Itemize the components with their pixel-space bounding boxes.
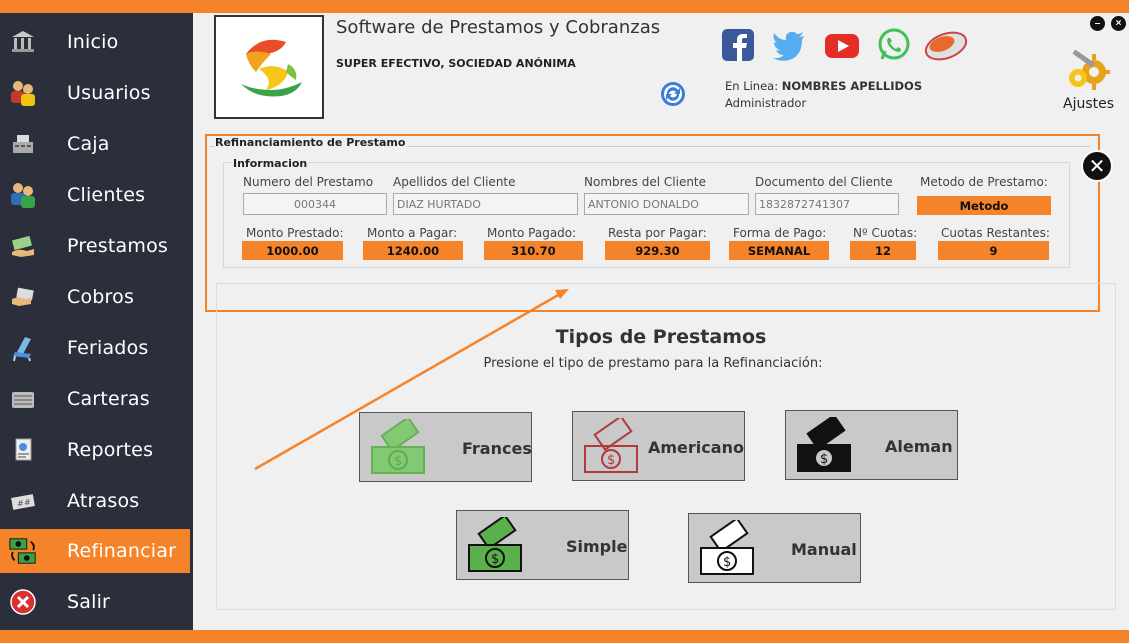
exit-icon [8, 587, 38, 617]
svg-text:$: $ [723, 555, 731, 570]
sidebar-item-refinanciar[interactable]: Refinanciar [0, 529, 190, 573]
sidebar-item-label: Salir [67, 591, 111, 613]
payment-icon [8, 282, 38, 312]
sidebar-item-atrasos[interactable]: # # Atrasos [0, 479, 190, 523]
close-window-button[interactable]: × [1111, 16, 1126, 31]
loan-types-subtitle: Presione el tipo de prestamo para la Ref… [483, 356, 823, 371]
company-name: SUPER EFECTIVO, SOCIEDAD ANÓNIMA [336, 57, 576, 70]
sidebar-item-usuarios[interactable]: Usuarios [0, 71, 190, 115]
money-stack-red-icon: $ [584, 418, 638, 473]
twitter-icon[interactable] [772, 28, 806, 62]
money-stack-outline-icon: $ [700, 520, 754, 575]
sidebar: Inicio Usuarios Caja Clientes Prestamos … [0, 13, 193, 630]
youtube-icon[interactable] [824, 28, 859, 62]
sidebar-item-label: Carteras [67, 388, 150, 410]
online-status: En Linea: NOMBRES APELLIDOS [725, 79, 922, 93]
svg-text:#: # [17, 499, 24, 508]
aleman-button[interactable]: $ Aleman [785, 410, 958, 480]
svg-text:$: $ [394, 454, 402, 469]
money-hand-logo-icon [241, 39, 302, 97]
bottom-accent-bar [0, 630, 1129, 643]
sidebar-item-caja[interactable]: Caja [0, 122, 190, 166]
calendar-late-icon: # # [8, 486, 38, 516]
sidebar-item-inicio[interactable]: Inicio [0, 20, 190, 64]
top-accent-bar [0, 0, 1129, 13]
svg-text:$: $ [607, 453, 615, 468]
clients-icon [8, 180, 38, 210]
bank-icon [8, 27, 38, 57]
sidebar-item-reportes[interactable]: Reportes [0, 428, 190, 472]
online-prefix: En Linea: [725, 79, 779, 93]
sidebar-item-label: Reportes [67, 439, 154, 461]
aleman-label: Aleman [885, 437, 953, 456]
sidebar-item-label: Refinanciar [67, 540, 177, 562]
company-logo [214, 15, 324, 119]
mouse-icon[interactable] [922, 28, 968, 62]
sidebar-item-label: Cobros [67, 286, 135, 308]
cash-register-icon [8, 129, 38, 159]
svg-text:$: $ [491, 552, 499, 567]
wallet-icon [8, 384, 38, 414]
loan-icon [8, 231, 38, 261]
money-stack-black-icon: $ [797, 417, 851, 472]
sidebar-item-label: Inicio [67, 31, 119, 53]
close-panel-button[interactable]: ✕ [1081, 150, 1113, 182]
minimize-button[interactable]: – [1090, 16, 1105, 31]
sidebar-item-label: Caja [67, 133, 110, 155]
frances-button[interactable]: $ Frances [359, 412, 532, 482]
money-stack-green-black-icon: $ [468, 517, 522, 572]
sidebar-item-cobros[interactable]: Cobros [0, 275, 190, 319]
sidebar-item-label: Usuarios [67, 82, 151, 104]
report-icon [8, 435, 38, 465]
facebook-icon[interactable] [721, 28, 755, 62]
sidebar-item-salir[interactable]: Salir [0, 580, 190, 624]
user-role: Administrador [725, 96, 807, 110]
loan-types-title: Tipos de Prestamos [555, 326, 767, 348]
sidebar-item-label: Atrasos [67, 490, 140, 512]
whatsapp-icon[interactable] [877, 28, 911, 62]
sidebar-item-label: Clientes [67, 184, 146, 206]
money-stack-green-icon: $ [371, 419, 425, 474]
frances-label: Frances [462, 439, 532, 458]
users-icon [8, 78, 38, 108]
refresh-icon[interactable] [659, 80, 687, 108]
settings-label[interactable]: Ajustes [1063, 96, 1114, 112]
online-user: NOMBRES APELLIDOS [781, 79, 923, 93]
app-title: Software de Prestamos y Cobranzas [336, 17, 661, 38]
sidebar-item-carteras[interactable]: Carteras [0, 377, 190, 421]
manual-button[interactable]: $ Manual [688, 513, 861, 583]
simple-button[interactable]: $ Simple [456, 510, 629, 580]
settings-gears-icon[interactable] [1064, 49, 1112, 94]
americano-label: Americano [648, 438, 744, 457]
svg-text:$: $ [820, 452, 828, 467]
sidebar-item-clientes[interactable]: Clientes [0, 173, 190, 217]
money-refinance-icon [8, 536, 38, 566]
americano-button[interactable]: $ Americano [572, 411, 745, 481]
manual-label: Manual [791, 540, 857, 559]
svg-text:#: # [24, 498, 31, 507]
simple-label: Simple [566, 537, 628, 556]
sidebar-item-prestamos[interactable]: Prestamos [0, 224, 190, 268]
sidebar-item-label: Prestamos [67, 235, 169, 257]
